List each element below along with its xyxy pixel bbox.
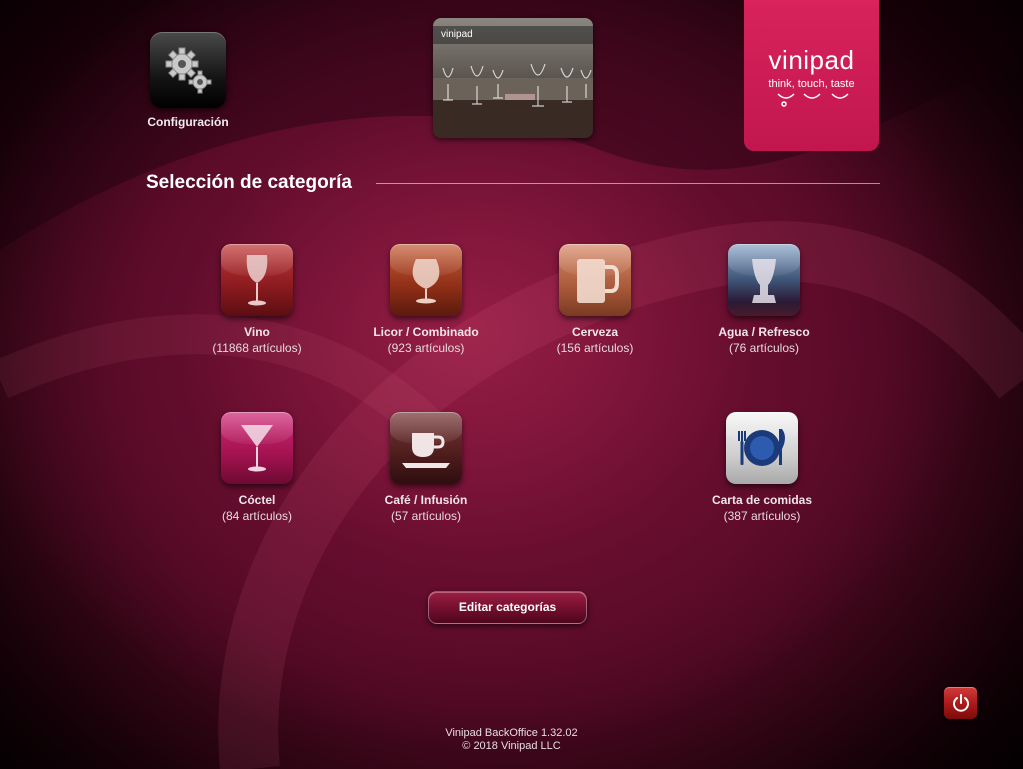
water-glass-icon [752,259,776,303]
title-divider [376,183,880,184]
power-icon [952,694,969,712]
config-tile[interactable] [150,32,226,108]
cocktail-glass-icon [241,425,273,472]
category-count: (387 artículos) [723,509,801,523]
category-tile[interactable] [726,412,798,484]
category-licor[interactable]: Licor / Combinado (923 artículos) [341,244,511,355]
power-button[interactable] [944,687,977,719]
category-count: (11868 artículos) [212,341,302,355]
coffee-cup-icon [402,433,450,468]
logo-smile-icon [776,93,849,107]
category-count: (156 artículos) [556,341,634,355]
banner-brand: vinipad [433,26,593,44]
logo-name: vinipad [768,45,855,75]
version-text: Vinipad BackOffice 1.32.02 [445,727,578,739]
category-tile[interactable] [728,244,800,316]
copyright-text: © 2018 Vinipad LLC [462,740,561,752]
category-tile[interactable] [390,244,462,316]
category-name: Licor / Combinado [373,325,479,339]
page-title: Selección de categoría [146,172,352,193]
snifter-glass-icon [412,259,440,304]
logo-tagline: think, touch, taste [768,78,855,90]
beer-mug-icon [577,259,619,303]
footer: Vinipad BackOffice 1.32.02 © 2018 Vinipa… [0,727,1023,753]
category-name: Café / Infusión [384,493,468,507]
category-count: (57 artículos) [390,509,462,523]
category-count: (76 artículos) [728,341,800,355]
category-vino[interactable]: Vino (11868 artículos) [172,244,342,355]
category-cerveza[interactable]: Cerveza (156 artículos) [510,244,680,355]
plate-cutlery-icon [738,429,785,466]
edit-categories-button[interactable]: Editar categorías [428,591,587,624]
category-tile[interactable] [559,244,631,316]
banner-photo: vinipad [433,18,593,138]
category-cafe[interactable]: Café / Infusión (57 artículos) [341,412,511,523]
category-coctel[interactable]: Cóctel (84 artículos) [172,412,342,523]
config-button[interactable]: Configuración [146,32,230,129]
vinipad-logo: vinipad think, touch, taste [744,0,879,151]
category-carta-comidas[interactable]: Carta de comidas (387 artículos) [677,412,847,523]
category-name: Cerveza [571,325,619,339]
category-agua[interactable]: Agua / Refresco (76 artículos) [679,244,849,355]
category-count: (923 artículos) [387,341,465,355]
category-name: Agua / Refresco [718,325,810,339]
category-name: Cóctel [238,493,276,507]
category-tile[interactable] [221,244,293,316]
config-label: Configuración [147,115,229,129]
category-count: (84 artículos) [221,509,293,523]
category-tile[interactable] [221,412,293,484]
category-name: Vino [244,325,270,339]
gears-icon [165,47,212,94]
category-tile[interactable] [390,412,462,484]
category-name: Carta de comidas [711,493,813,507]
wine-glass-icon [246,255,268,306]
